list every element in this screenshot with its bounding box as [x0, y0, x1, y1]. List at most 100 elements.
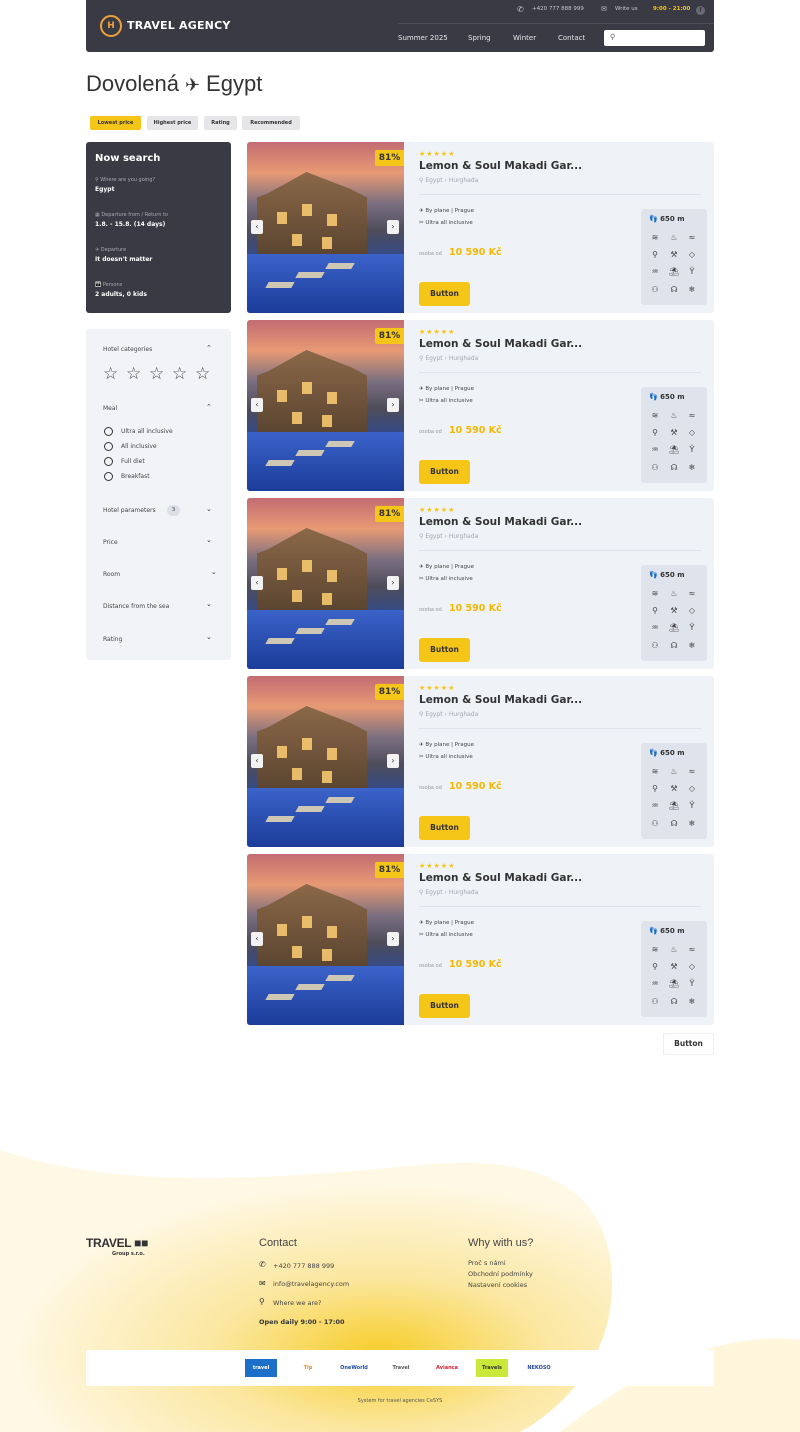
hotel-card-3[interactable]: 81% ‹ › ★★★★★ Lemon & Soul Makadi Gar...… — [247, 498, 714, 669]
hotel-button[interactable]: Button — [419, 994, 470, 1018]
chevron-left-icon[interactable]: ‹ — [251, 932, 263, 946]
footer-where[interactable]: Where we are? — [273, 1299, 321, 1307]
chevron-down-icon[interactable]: ⌄ — [206, 600, 212, 608]
hotel-card-1[interactable]: 81% ‹ › ★★★★★ Lemon & Soul Makadi Gar...… — [247, 142, 714, 313]
sort-highest-price[interactable]: Highest price — [147, 116, 198, 130]
distance-to-sea: 👣 650 m — [649, 215, 685, 223]
hotel-card-5[interactable]: 81% ‹ › ★★★★★ Lemon & Soul Makadi Gar...… — [247, 854, 714, 1025]
hotel-button[interactable]: Button — [419, 282, 470, 306]
nav-item-winter[interactable]: Winter — [513, 34, 536, 42]
nav-item-summer[interactable]: Summer 2025 — [398, 34, 448, 42]
filter-room[interactable]: Room — [103, 571, 120, 578]
chevron-right-icon[interactable]: › — [387, 932, 399, 946]
partner-logo-travel[interactable]: travel — [245, 1359, 277, 1377]
chevron-left-icon[interactable]: ‹ — [251, 754, 263, 768]
hotel-card-4[interactable]: 81% ‹ › ★★★★★ Lemon & Soul Makadi Gar...… — [247, 676, 714, 847]
filter-rating[interactable]: Rating — [103, 636, 122, 643]
chevron-right-icon[interactable]: › — [387, 398, 399, 412]
distance-to-sea: 👣 650 m — [649, 749, 685, 757]
pool-step — [265, 282, 295, 288]
pool-step — [295, 806, 325, 812]
logo-icon[interactable]: H — [100, 15, 122, 37]
massage-icon: ☊ — [670, 997, 678, 1006]
sort-rating[interactable]: Rating — [204, 116, 237, 130]
filter-distance[interactable]: Distance from the sea — [103, 603, 169, 610]
pool-step — [265, 994, 295, 1000]
chevron-left-icon[interactable]: ‹ — [251, 398, 263, 412]
meal-radio-ultra[interactable] — [104, 427, 113, 436]
hotel-name[interactable]: Lemon & Soul Makadi Gar... — [419, 872, 582, 884]
hotel-name[interactable]: Lemon & Soul Makadi Gar... — [419, 694, 582, 706]
hotel-name[interactable]: Lemon & Soul Makadi Gar... — [419, 516, 582, 528]
window — [292, 590, 302, 602]
pool-icon: ♒ — [651, 623, 659, 632]
filter-hotel-categories[interactable]: Hotel categories — [103, 346, 152, 353]
filter-price[interactable]: Price — [103, 539, 118, 546]
star-filter-2[interactable]: ☆ — [126, 364, 141, 384]
chevron-right-icon[interactable]: › — [387, 220, 399, 234]
hotel-name[interactable]: Lemon & Soul Makadi Gar... — [419, 160, 582, 172]
meal-radio-full-diet[interactable] — [104, 457, 113, 466]
chevron-down-icon[interactable]: ⌄ — [211, 568, 217, 576]
meal-radio-breakfast[interactable] — [104, 472, 113, 481]
star-filter-1[interactable]: ☆ — [103, 364, 118, 384]
meal-radio-all-inclusive[interactable] — [104, 442, 113, 451]
footer-logo[interactable]: TRAVEL ■■ — [86, 1236, 148, 1250]
footer-link-cookies[interactable]: Nastavení cookies — [468, 1281, 527, 1289]
header-phone[interactable]: +420 777 888 999 — [532, 6, 584, 12]
search-icon: ⚲ — [610, 33, 616, 41]
partner-logo-travel2[interactable]: Travel — [386, 1359, 416, 1377]
chevron-up-icon[interactable]: ⌃ — [206, 344, 212, 352]
filter-meal[interactable]: Meal — [103, 405, 117, 412]
now-search-panel[interactable]: Now search ⚲ Where are you going? Egypt … — [86, 142, 231, 313]
hotel-photo[interactable] — [247, 854, 404, 1025]
star-filter-5[interactable]: ☆ — [195, 364, 210, 384]
partner-logo-travels[interactable]: Travels — [476, 1359, 508, 1377]
header-write-us[interactable]: Write us — [615, 6, 638, 12]
hotel-button[interactable]: Button — [419, 816, 470, 840]
sort-lowest-price[interactable]: Lowest price — [90, 116, 141, 130]
sort-recommended[interactable]: Recommended — [242, 116, 300, 130]
hotel-photo[interactable] — [247, 142, 404, 313]
nav-item-spring[interactable]: Spring — [468, 34, 491, 42]
hotel-button[interactable]: Button — [419, 638, 470, 662]
chevron-down-icon[interactable]: ⌄ — [206, 633, 212, 641]
beach-icon: ≈ — [688, 945, 696, 954]
hotel-photo[interactable] — [247, 498, 404, 669]
hotel-location: ⚲ Egypt › Hurghada — [419, 711, 479, 718]
chevron-down-icon[interactable]: ⌄ — [206, 505, 212, 513]
footer-phone[interactable]: +420 777 888 999 — [273, 1262, 334, 1270]
pool-step — [325, 975, 355, 981]
chevron-right-icon[interactable]: › — [387, 576, 399, 590]
hotel-photo[interactable] — [247, 320, 404, 491]
partner-logo-avianca[interactable]: Avianca — [432, 1359, 462, 1377]
hotel-name[interactable]: Lemon & Soul Makadi Gar... — [419, 338, 582, 350]
partner-logo-tip[interactable]: Tip — [294, 1359, 322, 1377]
chevron-right-icon[interactable]: › — [387, 754, 399, 768]
partner-logo-oneworld[interactable]: OneWorld — [340, 1359, 368, 1377]
footer-link-terms[interactable]: Obchodní podmínky — [468, 1270, 533, 1278]
star-filter-3[interactable]: ☆ — [149, 364, 164, 384]
star-filter-4[interactable]: ☆ — [172, 364, 187, 384]
hotel-location: ⚲ Egypt › Hurghada — [419, 177, 479, 184]
hotel-button[interactable]: Button — [419, 460, 470, 484]
logo-text[interactable]: TRAVEL AGENCY — [127, 19, 231, 32]
footer-link-why[interactable]: Proč s námi — [468, 1259, 506, 1267]
partner-logo-nekoso[interactable]: NEKOSO — [526, 1359, 552, 1377]
footer-email[interactable]: info@travelagency.com — [273, 1280, 349, 1288]
nav-item-contact[interactable]: Contact — [558, 34, 585, 42]
load-more-button[interactable]: Button — [663, 1033, 714, 1055]
departure-label: ✈ Departure — [95, 247, 127, 253]
chevron-left-icon[interactable]: ‹ — [251, 220, 263, 234]
window — [322, 771, 332, 783]
facebook-icon[interactable]: f — [696, 6, 705, 15]
search-input[interactable]: ⚲ — [604, 30, 705, 46]
filter-hotel-parameters[interactable]: Hotel parameters — [103, 507, 156, 514]
hotel-card-2[interactable]: 81% ‹ › ★★★★★ Lemon & Soul Makadi Gar...… — [247, 320, 714, 491]
chevron-up-icon[interactable]: ⌃ — [206, 403, 212, 411]
hotel-photo[interactable] — [247, 676, 404, 847]
chevron-left-icon[interactable]: ‹ — [251, 576, 263, 590]
chevron-down-icon[interactable]: ⌄ — [206, 536, 212, 544]
cocktail-icon: Ÿ — [689, 979, 695, 988]
pool-step — [325, 263, 355, 269]
